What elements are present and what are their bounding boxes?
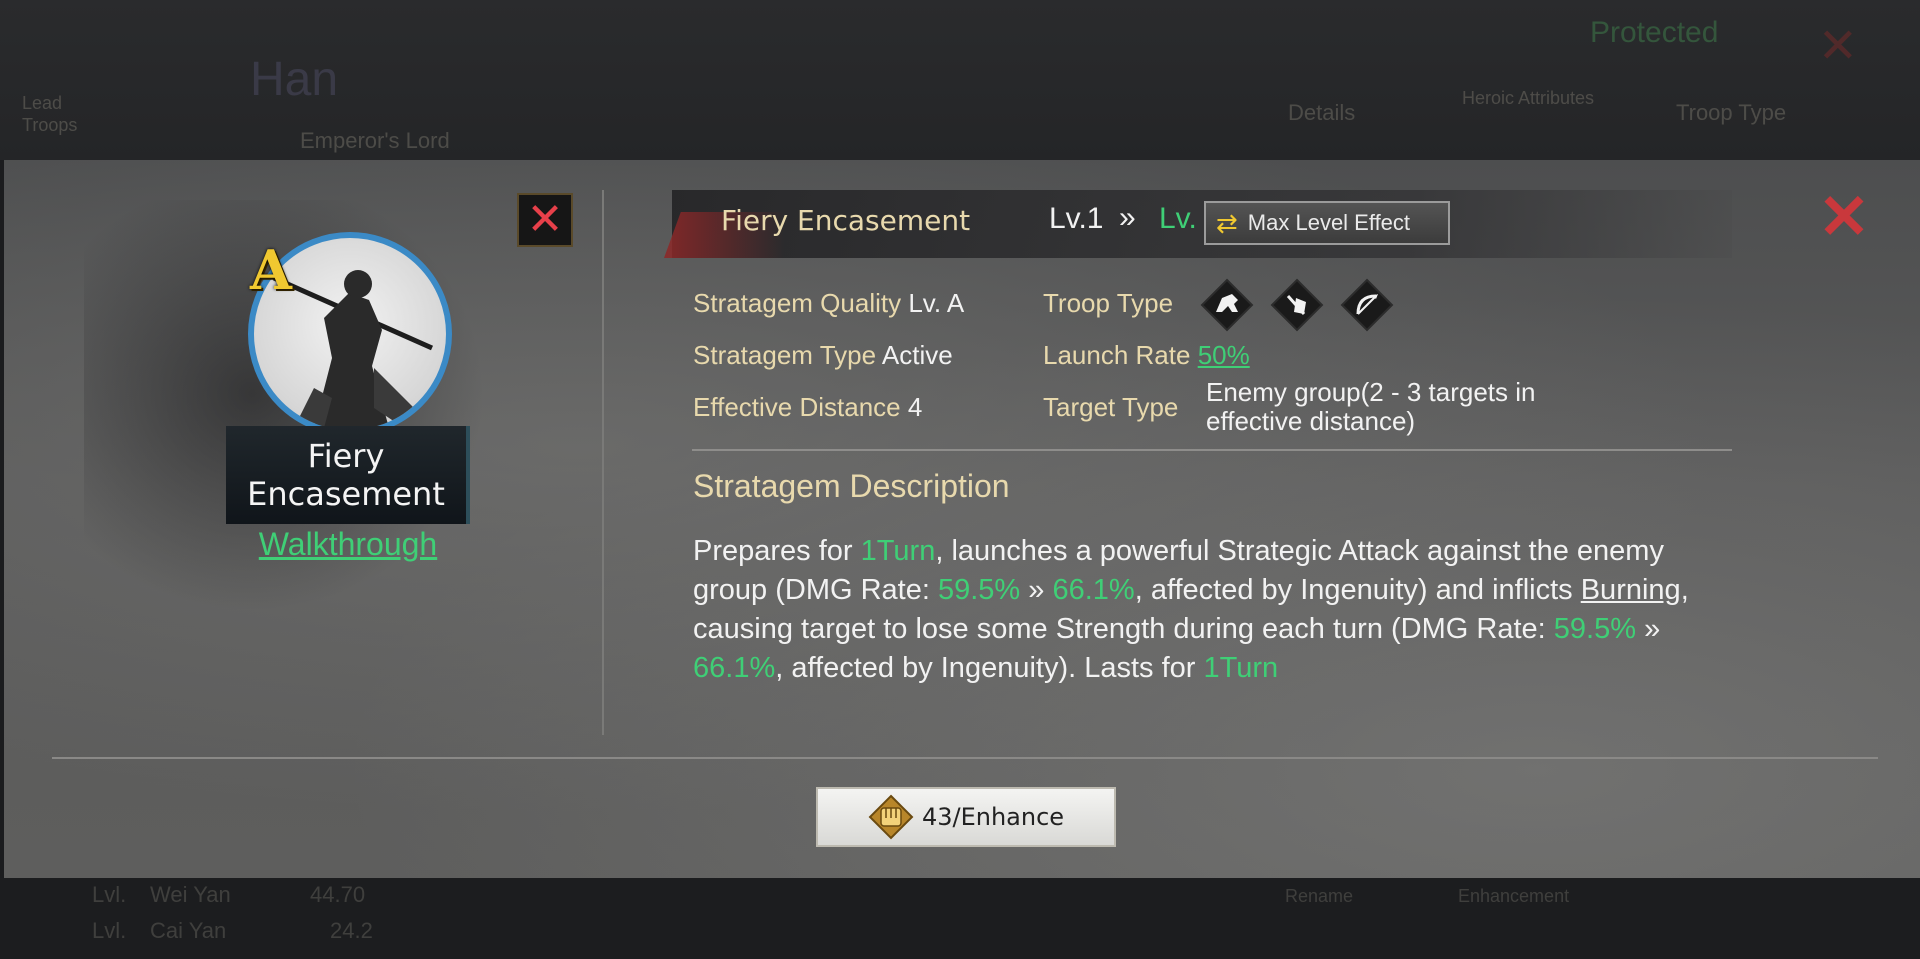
- close-icon[interactable]: ✕: [517, 193, 573, 247]
- enhance-button[interactable]: 43 /Enhance: [816, 787, 1116, 847]
- background-close-icon[interactable]: ✕: [1818, 18, 1858, 74]
- distance-value: 4: [907, 392, 923, 422]
- background-bottom-panel: Lvl. Wei Yan 44.70 Lvl. Cai Yan 24.2 Ren…: [0, 878, 1920, 959]
- hero-name: Han: [250, 53, 339, 106]
- attributes-separator: [692, 449, 1732, 451]
- type-value: Active: [881, 340, 953, 370]
- level-next: Lv.: [1159, 202, 1197, 235]
- swap-icon: ⇄: [1216, 207, 1238, 238]
- target-type-value: Enemy group(2 - 3 targets in effective d…: [1206, 377, 1536, 436]
- launch-rate-row: Launch Rate 50%: [1043, 340, 1250, 371]
- cavalry-icon: [1200, 278, 1254, 332]
- protected-status: Protected: [1590, 16, 1719, 49]
- troop-type-label: Troop Type: [1043, 288, 1174, 318]
- infantry-icon: [1270, 278, 1324, 332]
- desc-text: , affected by Ingenuity). Lasts for: [775, 652, 1204, 684]
- fist-icon: [868, 794, 914, 840]
- target-type-row: Target Type: [1043, 392, 1178, 423]
- skill-name-line1: Fiery: [307, 437, 385, 475]
- description-title: Stratagem Description: [693, 468, 1010, 504]
- tab-details[interactable]: Details: [1288, 100, 1355, 126]
- stratagem-detail-modal: ✕ ✕ A Fiery Encasement Walkthrough Fiery…: [4, 160, 1920, 878]
- archer-icon: [1340, 278, 1394, 332]
- level-arrow: »: [1119, 201, 1136, 234]
- type-label: Stratagem Type: [693, 340, 877, 370]
- quality-row: Stratagem Quality Lv. A: [693, 288, 964, 319]
- desc-arrow: »: [1636, 613, 1661, 645]
- skill-name-line2: Encasement: [247, 475, 445, 513]
- desc-dmg-from: 59.5%: [937, 574, 1021, 606]
- horizontal-divider: [52, 757, 1878, 759]
- background-top-panel: Lead Troops Han Emperor's Lord Protected…: [0, 0, 1920, 160]
- target-type-label: Target Type: [1043, 392, 1179, 422]
- hero-subtitle: Emperor's Lord: [300, 128, 450, 153]
- header-title: Fiery Encasement: [721, 204, 971, 237]
- burning-link[interactable]: Burning: [1581, 574, 1681, 606]
- quality-label: Stratagem Quality: [693, 288, 902, 318]
- desc-text: Prepares for: [693, 535, 861, 567]
- row2-name: Cai Yan: [150, 918, 227, 943]
- row1-value: 44.70: [310, 882, 366, 907]
- grade-badge: A: [250, 238, 292, 302]
- modal-close-button[interactable]: ✕: [1816, 187, 1872, 249]
- distance-label: Effective Distance: [693, 392, 901, 422]
- lead-troops-label: Lead Troops: [22, 93, 78, 135]
- row1-name: Wei Yan: [150, 882, 231, 907]
- row1-level-label: Lvl.: [92, 882, 127, 907]
- tab-troop-type[interactable]: Troop Type: [1676, 100, 1786, 126]
- type-row: Stratagem Type Active: [693, 340, 953, 371]
- vertical-divider: [602, 190, 604, 735]
- row2-value: 24.2: [330, 918, 373, 943]
- launch-rate-label: Launch Rate: [1043, 340, 1191, 370]
- rename-button[interactable]: Rename: [1285, 886, 1353, 907]
- desc-arrow: »: [1020, 574, 1053, 606]
- troop-type-row: Troop Type: [1043, 288, 1173, 319]
- max-level-effect-button[interactable]: ⇄ Max Level Effect: [1204, 201, 1450, 245]
- level-current: Lv.1: [1049, 202, 1104, 235]
- enhance-cost: 43: [921, 803, 953, 831]
- desc-turn-value: 1Turn: [860, 535, 936, 567]
- desc-dmg-to: 66.1%: [1052, 574, 1135, 606]
- distance-row: Effective Distance 4: [693, 392, 922, 423]
- row2-level-label: Lvl.: [92, 918, 127, 943]
- description-body: Prepares for 1Turn, launches a powerful …: [693, 532, 1733, 688]
- walkthrough-link[interactable]: Walkthrough: [226, 526, 470, 563]
- launch-rate-value[interactable]: 50%: [1198, 340, 1250, 370]
- max-level-effect-label: Max Level Effect: [1247, 210, 1411, 235]
- skill-name-card: Fiery Encasement: [226, 426, 470, 524]
- tab-heroic-attributes[interactable]: Heroic Attributes: [1462, 88, 1602, 109]
- desc-dmg-to: 66.1%: [693, 652, 776, 684]
- desc-text: , affected by Ingenuity) and inflicts: [1134, 574, 1581, 606]
- quality-value: Lv. A: [908, 288, 965, 318]
- desc-dmg-from: 59.5%: [1553, 613, 1637, 645]
- desc-turn-value: 1Turn: [1203, 652, 1279, 684]
- enhance-label: /Enhance: [952, 803, 1065, 831]
- enhancement-tab-button[interactable]: Enhancement: [1458, 886, 1569, 907]
